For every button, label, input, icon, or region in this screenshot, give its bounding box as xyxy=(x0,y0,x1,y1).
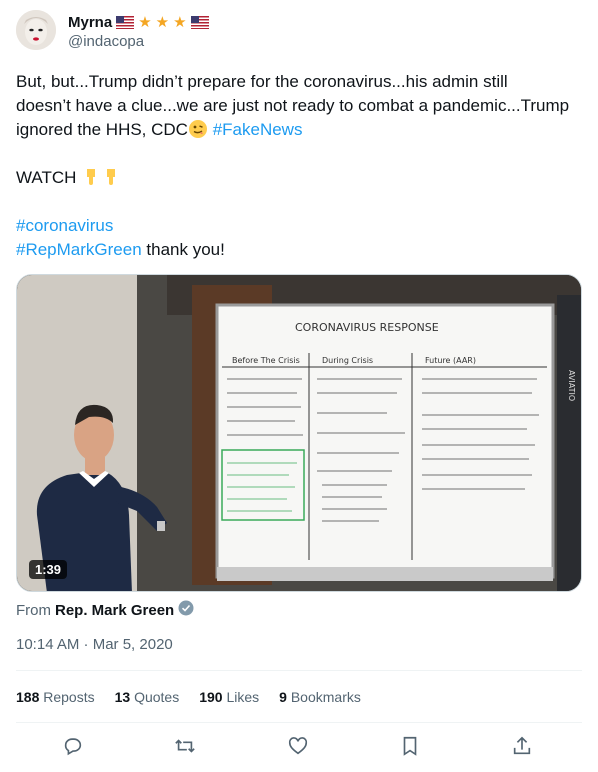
tweet-text: But, but...Trump didn’t prepare for the … xyxy=(16,70,582,262)
source-account-link[interactable]: Rep. Mark Green xyxy=(55,602,174,619)
video-player[interactable]: CORONAVIRUS RESPONSE Before The Crisis D… xyxy=(16,274,582,592)
reposts-label: Reposts xyxy=(43,689,95,705)
engagement-stats: 188 Reposts 13 Quotes 190 Likes 9 Bookma… xyxy=(16,689,361,705)
divider xyxy=(16,670,582,671)
tweet-line: #RepMarkGreen thank you! xyxy=(16,238,582,262)
verified-badge-icon xyxy=(178,600,194,620)
video-source: From Rep. Mark Green xyxy=(16,600,194,620)
tweet-line: But, but...Trump didn’t prepare for the … xyxy=(16,72,508,91)
bookmarks-count: 9 xyxy=(279,689,287,705)
star-icon: ★ xyxy=(155,13,170,31)
hashtag-repmarkgreen-link[interactable]: #RepMarkGreen xyxy=(16,240,142,259)
whiteboard-col3: Future (AAR) xyxy=(425,356,476,365)
tweet-timestamp[interactable]: 10:14 AM · Mar 5, 2020 xyxy=(16,636,173,653)
likes-label: Likes xyxy=(226,689,260,705)
tweet-line: #coronavirus xyxy=(16,214,582,238)
tweet-line-text: ignored the HHS, CDC xyxy=(16,120,188,139)
action-bar xyxy=(0,735,598,763)
tweet-line: WATCH xyxy=(16,166,582,190)
author-name-row[interactable]: Myrna ★ ★ ★ xyxy=(68,12,209,32)
reposts-count: 188 xyxy=(16,689,40,705)
author-handle[interactable]: @indacopa xyxy=(68,33,144,50)
video-duration: 1:39 xyxy=(29,560,68,579)
avatar[interactable] xyxy=(16,10,56,50)
watch-text: WATCH xyxy=(16,168,77,187)
whiteboard-col2: During Crisis xyxy=(322,356,373,365)
repost-icon[interactable] xyxy=(174,735,198,759)
author-name[interactable]: Myrna xyxy=(68,14,112,31)
reply-icon[interactable] xyxy=(62,735,86,759)
divider xyxy=(16,722,582,723)
bookmarks-label: Bookmarks xyxy=(290,689,361,705)
background-sign-text: AVIATIO xyxy=(567,370,576,401)
video-frame: CORONAVIRUS RESPONSE Before The Crisis D… xyxy=(17,275,581,591)
quotes-count: 13 xyxy=(114,689,131,705)
tweet: Myrna ★ ★ ★ @indacopa But, but...Trump d… xyxy=(0,0,598,772)
reposts-stat[interactable]: 188 Reposts xyxy=(16,689,95,705)
bookmark-icon[interactable] xyxy=(399,735,423,759)
likes-count: 190 xyxy=(199,689,223,705)
whiteboard-heading: CORONAVIRUS RESPONSE xyxy=(295,321,439,334)
tweet-line: doesn’t have a clue...we are just not re… xyxy=(16,96,570,115)
whiteboard-col1: Before The Crisis xyxy=(232,356,300,365)
hashtag-coronavirus-link[interactable]: #coronavirus xyxy=(16,216,113,235)
share-icon[interactable] xyxy=(511,735,535,759)
us-flag-icon xyxy=(190,15,209,29)
pointing-down-emoji-icon xyxy=(81,167,101,187)
us-flag-icon xyxy=(116,15,135,29)
face-emoji-icon xyxy=(188,119,208,139)
bookmarks-stat[interactable]: 9 Bookmarks xyxy=(279,689,361,705)
thanks-text: thank you! xyxy=(141,240,225,259)
like-icon[interactable] xyxy=(287,735,311,759)
quotes-label: Quotes xyxy=(134,689,180,705)
source-prefix: From xyxy=(16,601,51,619)
star-icon: ★ xyxy=(173,13,187,31)
star-icon: ★ xyxy=(138,13,152,31)
pointing-down-emoji-icon xyxy=(101,167,121,187)
tweet-line: ignored the HHS, CDC #FakeNews xyxy=(16,118,582,142)
likes-stat[interactable]: 190 Likes xyxy=(199,689,259,705)
quotes-stat[interactable]: 13 Quotes xyxy=(115,689,180,705)
hashtag-fakenews-link[interactable]: #FakeNews xyxy=(213,120,303,139)
